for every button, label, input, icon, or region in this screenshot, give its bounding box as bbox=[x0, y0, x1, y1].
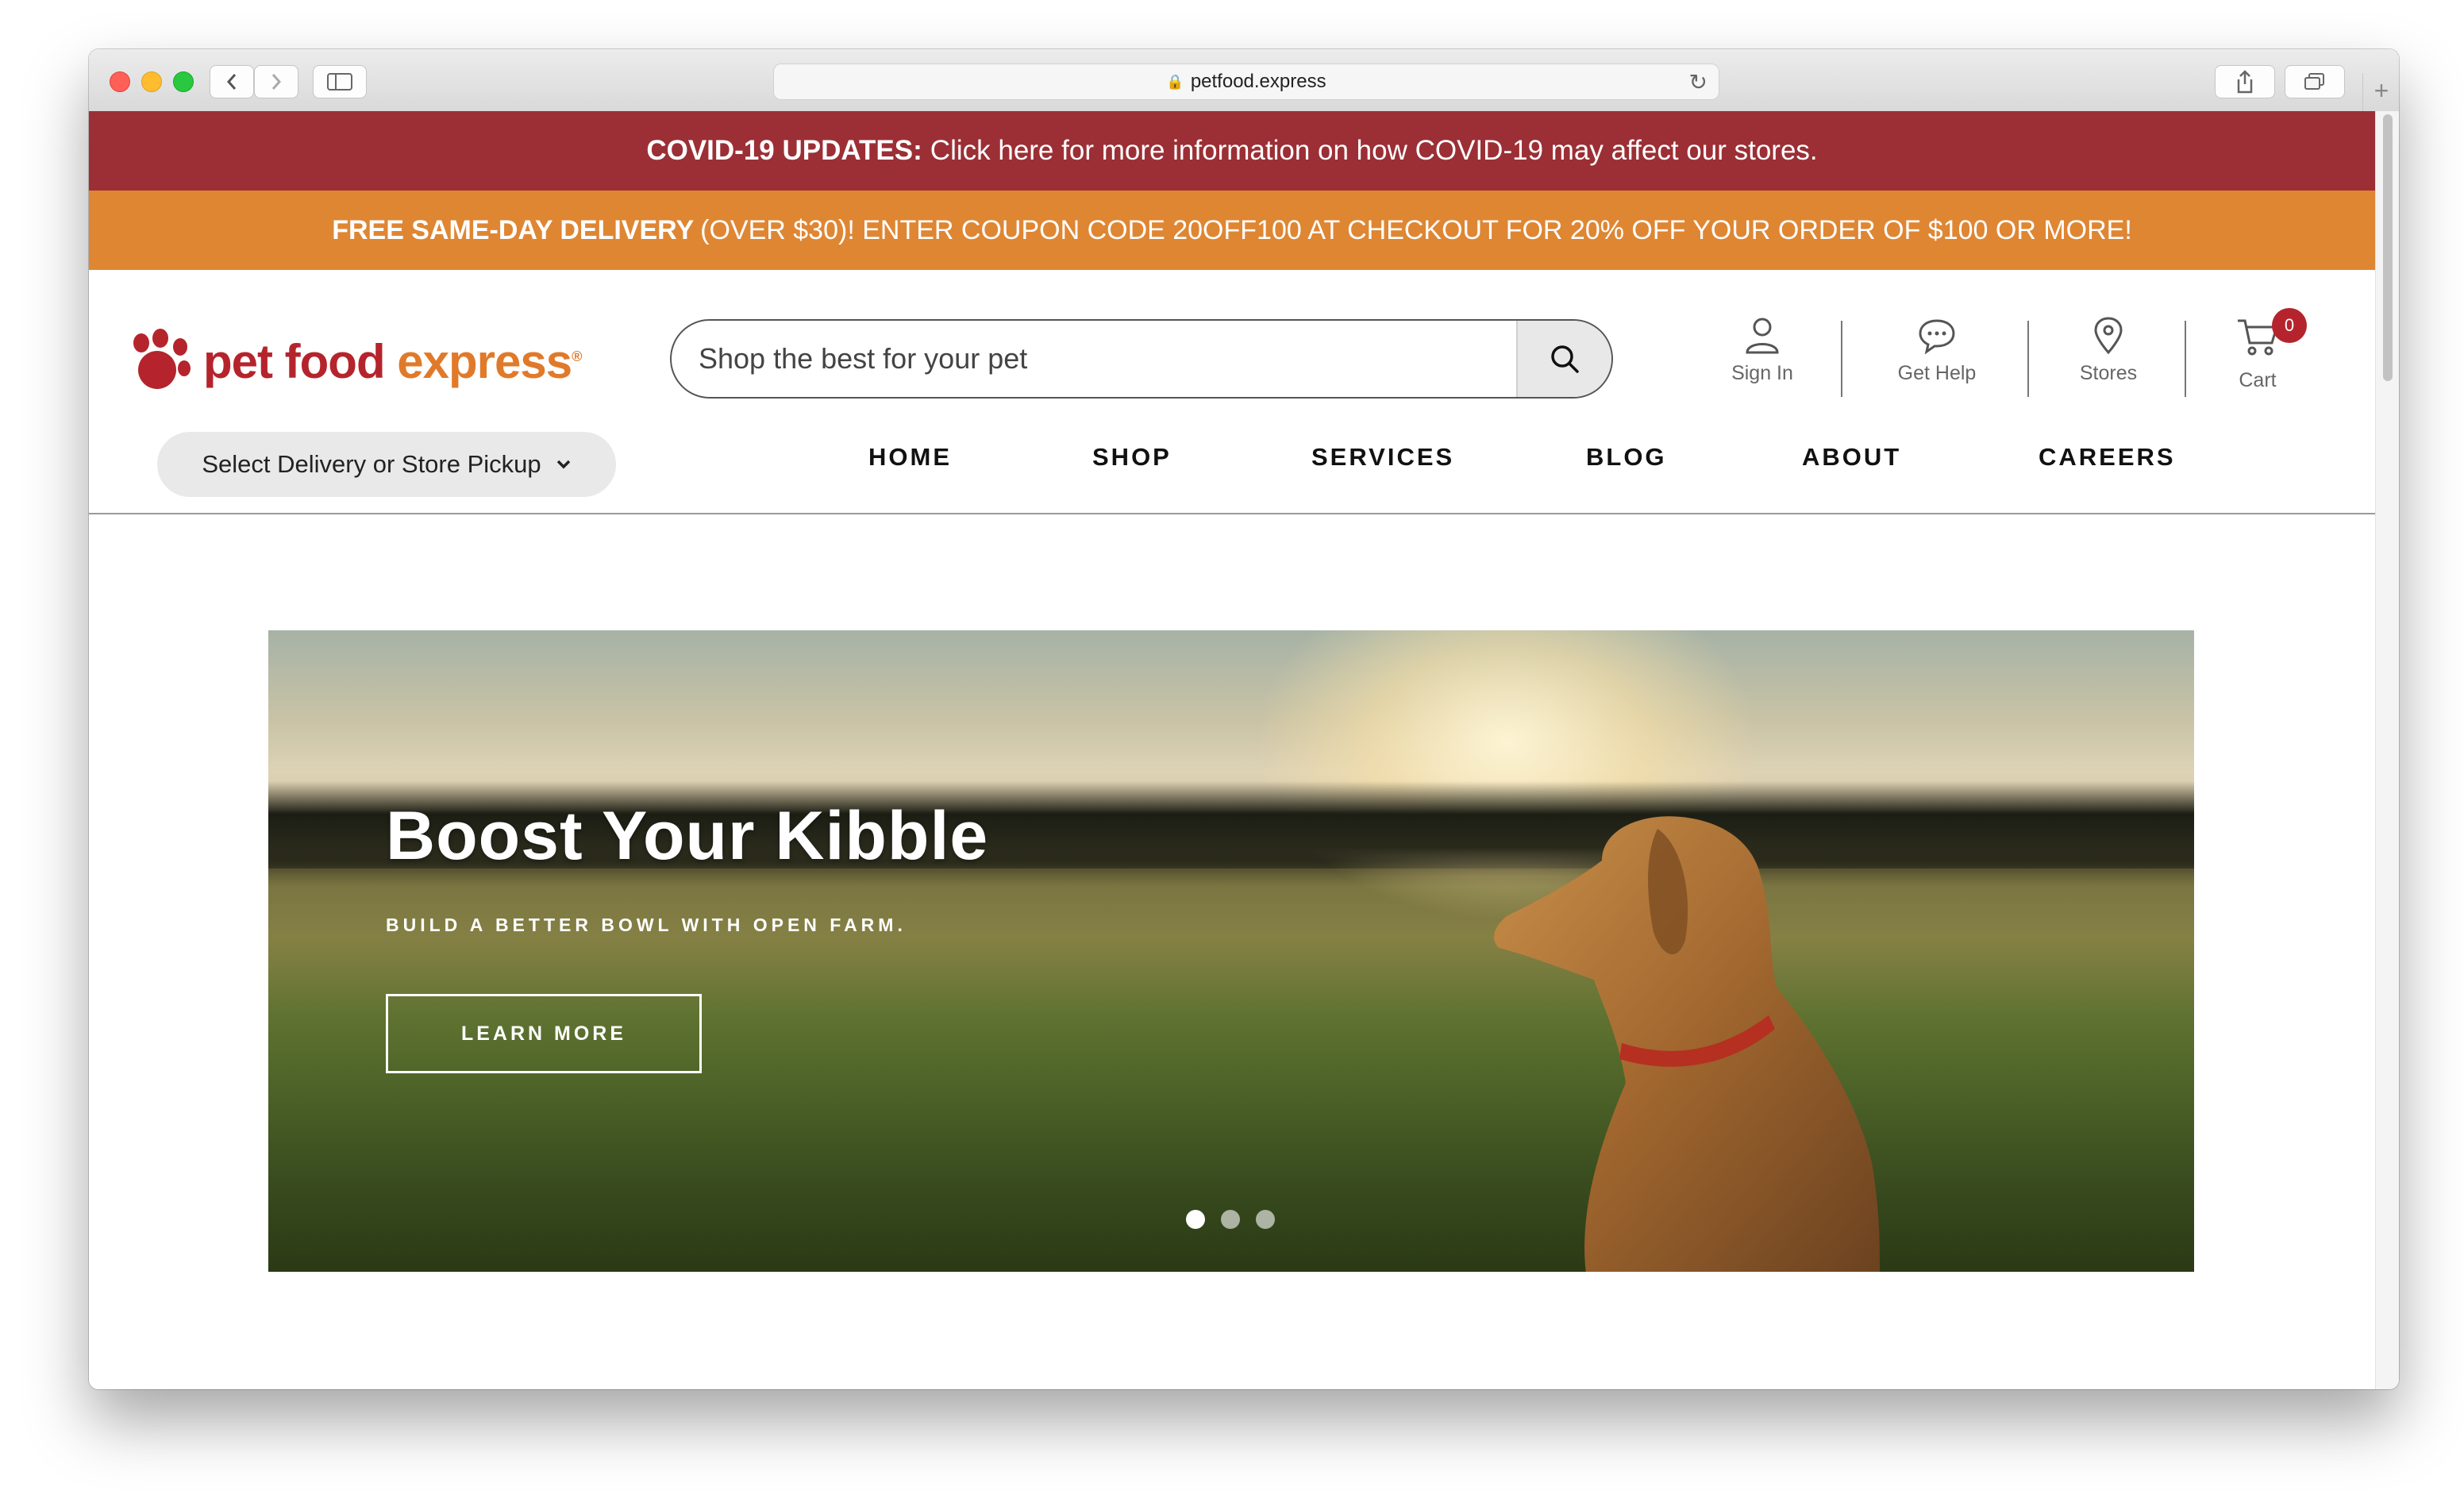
share-button[interactable] bbox=[2215, 65, 2275, 98]
search-button[interactable] bbox=[1516, 321, 1611, 397]
sign-in-label: Sign In bbox=[1731, 362, 1793, 384]
covid-banner-text: Click here for more information on how C… bbox=[930, 135, 1818, 166]
utility-divider bbox=[1841, 321, 1842, 397]
nav-services[interactable]: SERVICES bbox=[1311, 443, 1454, 472]
paw-logo-icon bbox=[132, 329, 197, 394]
delivery-pickup-selector[interactable]: Select Delivery or Store Pickup bbox=[157, 432, 616, 497]
logo-text-express: express bbox=[397, 334, 572, 388]
search-icon bbox=[1551, 345, 1579, 373]
carousel-dots bbox=[1186, 1210, 1275, 1229]
sidebar-toggle-button[interactable] bbox=[313, 65, 367, 98]
chevron-down-icon bbox=[556, 460, 570, 469]
nav-shop[interactable]: SHOP bbox=[1092, 443, 1172, 472]
web-page: COVID-19 UPDATES: Click here for more in… bbox=[89, 111, 2375, 1389]
chevron-right-icon bbox=[271, 74, 282, 90]
location-pin-icon bbox=[2094, 317, 2123, 355]
logo-text-pet-food: pet food bbox=[203, 334, 386, 388]
search-input[interactable] bbox=[672, 321, 1516, 397]
user-icon bbox=[1746, 318, 1779, 354]
hero-subtitle: BUILD A BETTER BOWL WITH OPEN FARM. bbox=[386, 915, 907, 935]
chevron-left-icon bbox=[226, 74, 237, 90]
page-scrollbar[interactable] bbox=[2375, 111, 2399, 1389]
address-url: petfood.express bbox=[1190, 71, 1326, 92]
logo-registered-mark: ® bbox=[572, 348, 582, 364]
zoom-window-button[interactable] bbox=[173, 71, 194, 92]
site-logo[interactable]: pet food express® bbox=[132, 329, 582, 394]
sidebar-icon bbox=[327, 73, 352, 91]
tabs-overview-button[interactable] bbox=[2285, 65, 2345, 98]
promo-banner[interactable]: FREE SAME-DAY DELIVERY (OVER $30)! ENTER… bbox=[89, 191, 2375, 270]
new-tab-button[interactable]: + bbox=[2362, 73, 2399, 111]
get-help-link[interactable]: Get Help bbox=[1889, 316, 1985, 385]
search-bar bbox=[670, 319, 1613, 399]
hero-carousel: Boost Your Kibble BUILD A BETTER BOWL WI… bbox=[268, 630, 2194, 1272]
learn-more-button[interactable]: LEARN MORE bbox=[386, 994, 702, 1073]
utility-divider bbox=[2027, 321, 2029, 397]
covid-banner[interactable]: COVID-19 UPDATES: Click here for more in… bbox=[89, 111, 2375, 191]
stores-link[interactable]: Stores bbox=[2061, 316, 2156, 385]
browser-toolbar: 🔒 petfood.express ↻ + bbox=[89, 49, 2399, 113]
promo-banner-heading: FREE SAME-DAY DELIVERY bbox=[332, 214, 695, 245]
delivery-pickup-label: Select Delivery or Store Pickup bbox=[202, 450, 541, 478]
nav-blog[interactable]: BLOG bbox=[1586, 443, 1667, 472]
share-icon bbox=[2237, 70, 2253, 94]
get-help-label: Get Help bbox=[1897, 362, 1977, 384]
lock-icon: 🔒 bbox=[1166, 73, 1184, 90]
reload-icon[interactable]: ↻ bbox=[1689, 69, 1707, 95]
back-button[interactable] bbox=[210, 65, 254, 98]
forward-button[interactable] bbox=[254, 65, 298, 98]
cart-count-badge: 0 bbox=[2272, 308, 2307, 343]
close-window-button[interactable] bbox=[110, 71, 130, 92]
carousel-dot[interactable] bbox=[1186, 1210, 1205, 1229]
nav-home[interactable]: HOME bbox=[868, 443, 952, 472]
stores-label: Stores bbox=[2079, 362, 2138, 384]
promo-banner-text: (OVER $30)! ENTER COUPON CODE 20OFF100 A… bbox=[700, 214, 2132, 245]
logo-wordmark: pet food express® bbox=[203, 334, 582, 389]
cart-label: Cart bbox=[2239, 369, 2277, 391]
hero-title: Boost Your Kibble bbox=[386, 798, 989, 874]
chat-bubble-icon bbox=[1919, 319, 1955, 355]
site-header: pet food express® Sign In Get Help bbox=[89, 270, 2375, 514]
carousel-dot[interactable] bbox=[1221, 1210, 1240, 1229]
tabs-icon bbox=[2304, 73, 2324, 90]
address-bar[interactable]: 🔒 petfood.express ↻ bbox=[773, 64, 1719, 100]
sign-in-link[interactable]: Sign In bbox=[1715, 316, 1810, 385]
minimize-window-button[interactable] bbox=[141, 71, 162, 92]
hero-dog-image bbox=[1494, 816, 1880, 1272]
carousel-dot[interactable] bbox=[1256, 1210, 1275, 1229]
utility-divider bbox=[2185, 321, 2186, 397]
scrollbar-thumb[interactable] bbox=[2383, 114, 2393, 381]
browser-window: 🔒 petfood.express ↻ + COVID-19 UPDATES: … bbox=[89, 49, 2399, 1389]
cart-link[interactable]: 0 Cart bbox=[2210, 308, 2307, 392]
cart-icon-wrap: 0 bbox=[2235, 308, 2307, 369]
nav-about[interactable]: ABOUT bbox=[1802, 443, 1901, 472]
covid-banner-heading: COVID-19 UPDATES: bbox=[646, 135, 922, 166]
nav-careers[interactable]: CAREERS bbox=[2039, 443, 2176, 472]
